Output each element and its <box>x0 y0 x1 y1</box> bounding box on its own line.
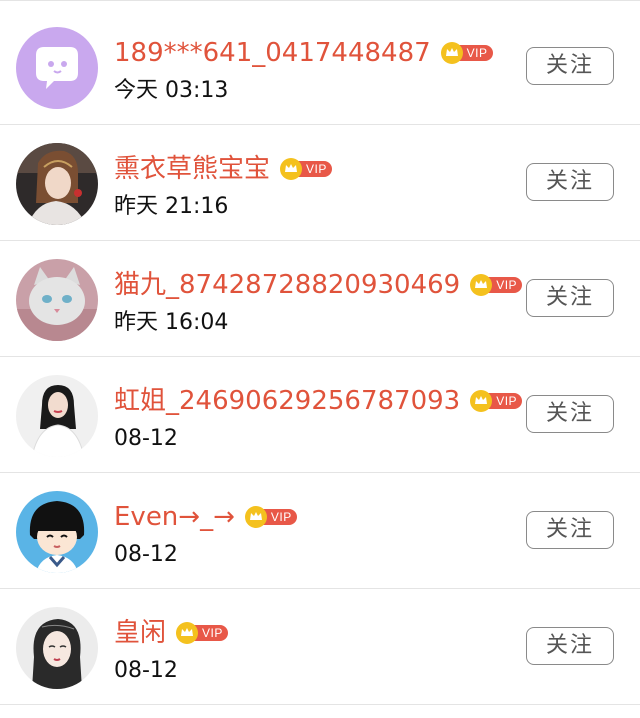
timestamp: 昨天 21:16 <box>114 194 229 219</box>
list-item[interactable]: 熏衣草熊宝宝 VIP 昨天 21:16 关注 <box>0 125 640 241</box>
follow-button[interactable]: 关注 <box>526 279 614 317</box>
woman-photo-avatar-icon <box>16 375 98 457</box>
timestamp: 昨天 16:04 <box>114 310 229 335</box>
follow-button[interactable]: 关注 <box>526 511 614 549</box>
follow-button[interactable]: 关注 <box>526 47 614 85</box>
list-item[interactable]: Even→_→ VIP 08-12 关注 <box>0 473 640 589</box>
list-item[interactable]: 189***641_0417448487 VIP 今天 03:13 关注 <box>0 9 640 125</box>
avatar[interactable] <box>16 607 98 689</box>
timestamp: 今天 03:13 <box>114 78 229 103</box>
avatar[interactable] <box>16 375 98 457</box>
cartoon-girl-avatar-icon <box>16 491 98 573</box>
follow-button[interactable]: 关注 <box>526 163 614 201</box>
vip-badge: VIP <box>470 274 523 296</box>
user-name[interactable]: 猫九_87428728820930469 <box>114 267 460 303</box>
vip-badge: VIP <box>280 158 333 180</box>
follow-button[interactable]: 关注 <box>526 395 614 433</box>
follower-list: 189***641_0417448487 VIP 今天 03:13 关注 熏衣草… <box>0 0 640 718</box>
avatar[interactable] <box>16 27 98 109</box>
painted-woman-avatar-icon <box>16 607 98 689</box>
timestamp: 08-12 <box>114 426 178 451</box>
avatar[interactable] <box>16 143 98 225</box>
list-item[interactable]: 虹姐_24690629256787093 VIP 08-12 关注 <box>0 357 640 473</box>
vip-badge: VIP <box>176 622 229 644</box>
user-name[interactable]: Even→_→ <box>114 499 235 535</box>
user-name[interactable]: 189***641_0417448487 <box>114 35 431 71</box>
user-name[interactable]: 虹姐_24690629256787093 <box>114 383 460 419</box>
list-item[interactable]: 猫九_87428728820930469 VIP 昨天 16:04 关注 <box>0 241 640 357</box>
list-item[interactable]: 皇闲 VIP 08-12 关注 <box>0 589 640 705</box>
timestamp: 08-12 <box>114 542 178 567</box>
follow-button[interactable]: 关注 <box>526 627 614 665</box>
user-name[interactable]: 熏衣草熊宝宝 <box>114 151 270 187</box>
cat-avatar-icon <box>16 259 98 341</box>
vip-badge: VIP <box>470 390 523 412</box>
vip-badge: VIP <box>440 42 493 64</box>
user-name[interactable]: 皇闲 <box>114 615 166 651</box>
vip-badge: VIP <box>244 506 297 528</box>
timestamp: 08-12 <box>114 658 178 683</box>
avatar[interactable] <box>16 259 98 341</box>
chat-bubble-avatar-icon <box>16 27 98 109</box>
avatar[interactable] <box>16 491 98 573</box>
woman-portrait-avatar-icon <box>16 143 98 225</box>
